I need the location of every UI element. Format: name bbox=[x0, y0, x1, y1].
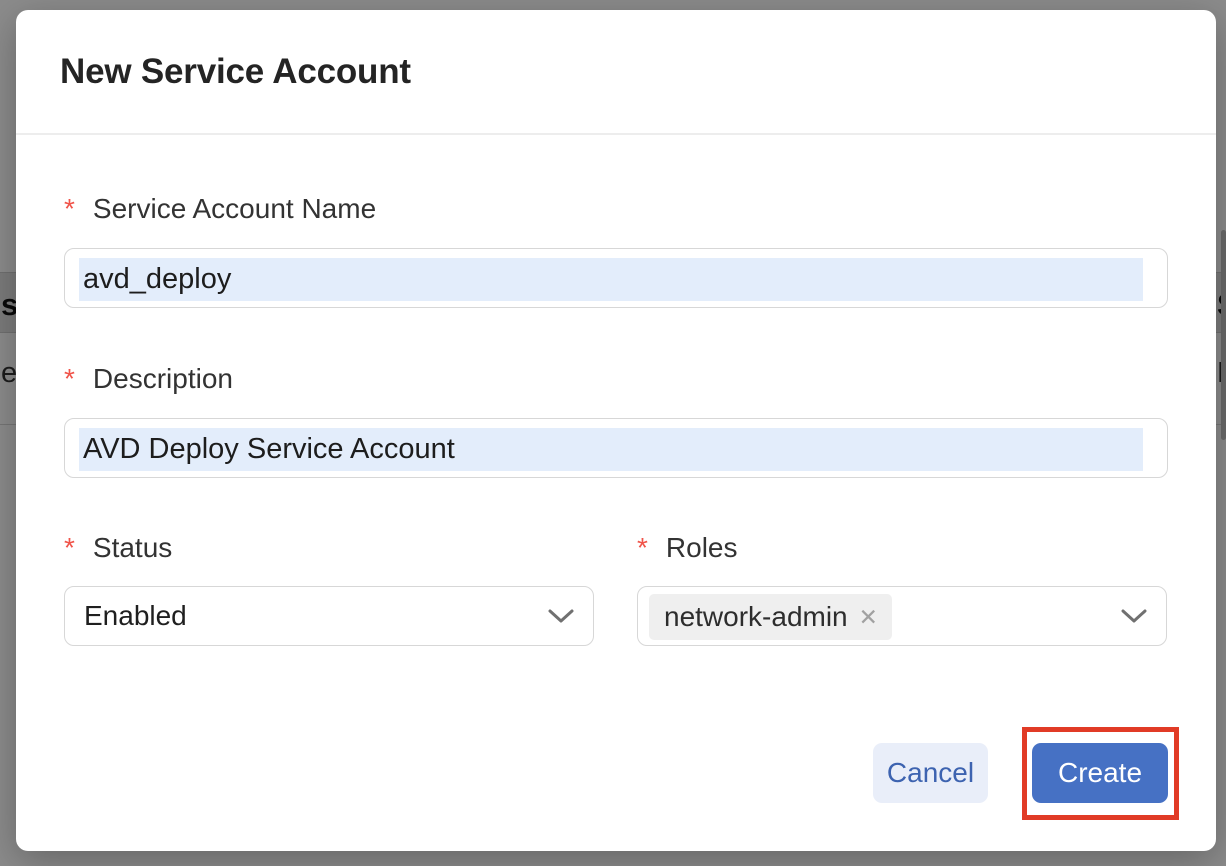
required-marker: * bbox=[64, 192, 75, 226]
required-marker: * bbox=[64, 362, 75, 396]
roles-field-label-row: * Roles bbox=[637, 531, 738, 565]
text-selection-highlight: AVD Deploy Service Account bbox=[79, 428, 1143, 471]
create-button[interactable]: Create bbox=[1032, 743, 1168, 803]
required-marker: * bbox=[637, 531, 648, 565]
header-divider bbox=[16, 133, 1216, 135]
chevron-down-icon bbox=[547, 608, 575, 624]
description-field-label: Description bbox=[93, 362, 233, 396]
status-field-label-row: * Status bbox=[64, 531, 172, 565]
description-input[interactable]: AVD Deploy Service Account bbox=[64, 418, 1168, 478]
description-input-value: AVD Deploy Service Account bbox=[79, 433, 455, 466]
cancel-button[interactable]: Cancel bbox=[873, 743, 988, 803]
required-marker: * bbox=[64, 531, 75, 565]
name-field-label-row: * Service Account Name bbox=[64, 192, 376, 226]
name-input-value: avd_deploy bbox=[79, 263, 231, 296]
modal-title: New Service Account bbox=[60, 52, 411, 92]
roles-field-label: Roles bbox=[666, 531, 738, 565]
status-field-label: Status bbox=[93, 531, 172, 565]
description-field-label-row: * Description bbox=[64, 362, 233, 396]
chevron-down-icon bbox=[1120, 608, 1148, 624]
remove-tag-icon[interactable]: ✕ bbox=[859, 606, 878, 629]
service-account-name-input[interactable]: avd_deploy bbox=[64, 248, 1168, 308]
screen: sc er S Fi New Service Account * Service… bbox=[0, 0, 1226, 866]
new-service-account-modal: New Service Account * Service Account Na… bbox=[16, 10, 1216, 851]
role-tag-label: network-admin bbox=[664, 601, 848, 633]
status-select-value: Enabled bbox=[65, 600, 187, 632]
text-selection-highlight: avd_deploy bbox=[79, 258, 1143, 301]
status-select[interactable]: Enabled bbox=[64, 586, 594, 646]
role-tag: network-admin ✕ bbox=[649, 594, 892, 640]
roles-multiselect[interactable]: network-admin ✕ bbox=[637, 586, 1167, 646]
name-field-label: Service Account Name bbox=[93, 192, 376, 226]
